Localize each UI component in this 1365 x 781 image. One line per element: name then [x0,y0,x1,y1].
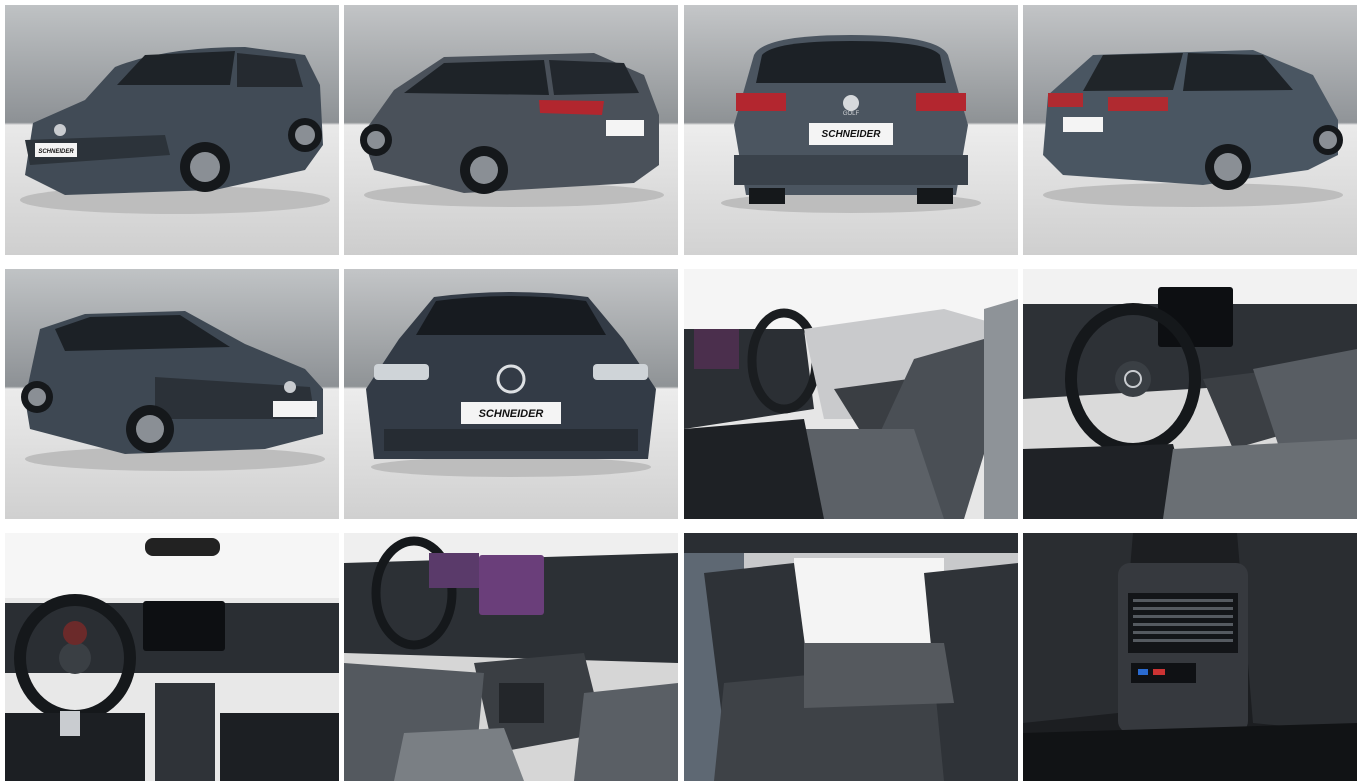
gallery-photo-front[interactable]: SCHNEIDER [344,269,678,519]
car-interior-photo-icon [684,269,1018,519]
car-exterior-photo-icon: GOLF SCHNEIDER [684,5,1018,255]
car-exterior-photo-icon [344,5,678,255]
photo-gallery-grid: SCHNEIDER GOLF SCHNEIDER SCHNEIDER [0,0,1365,781]
car-interior-photo-icon [344,533,678,781]
gallery-photo-front-left[interactable]: SCHNEIDER [5,5,339,255]
car-exterior-photo-icon [1023,5,1357,255]
car-exterior-photo-icon [5,269,339,519]
gallery-photo-steering-wheel[interactable] [1023,269,1357,519]
gallery-photo-rear[interactable]: GOLF SCHNEIDER [684,5,1018,255]
gallery-photo-dashboard[interactable] [5,533,339,781]
gallery-photo-rear-seats[interactable] [684,533,1018,781]
car-interior-photo-icon [5,533,339,781]
gallery-photo-driver-seat[interactable] [684,269,1018,519]
car-exterior-photo-icon: SCHNEIDER [5,5,339,255]
car-interior-photo-icon [1023,533,1357,781]
car-interior-photo-icon [1023,269,1357,519]
gallery-photo-rear-vents[interactable] [1023,533,1357,781]
plate-text: SCHNEIDER [38,149,74,155]
gallery-photo-front-right[interactable] [5,269,339,519]
gallery-photo-rear-left[interactable] [344,5,678,255]
plate-text: SCHNEIDER [479,408,544,420]
gallery-photo-center-console[interactable] [344,533,678,781]
model-badge: GOLF [843,111,860,117]
car-interior-photo-icon [684,533,1018,781]
plate-text: SCHNEIDER [822,129,882,140]
car-exterior-photo-icon: SCHNEIDER [344,269,678,519]
gallery-photo-rear-right[interactable] [1023,5,1357,255]
